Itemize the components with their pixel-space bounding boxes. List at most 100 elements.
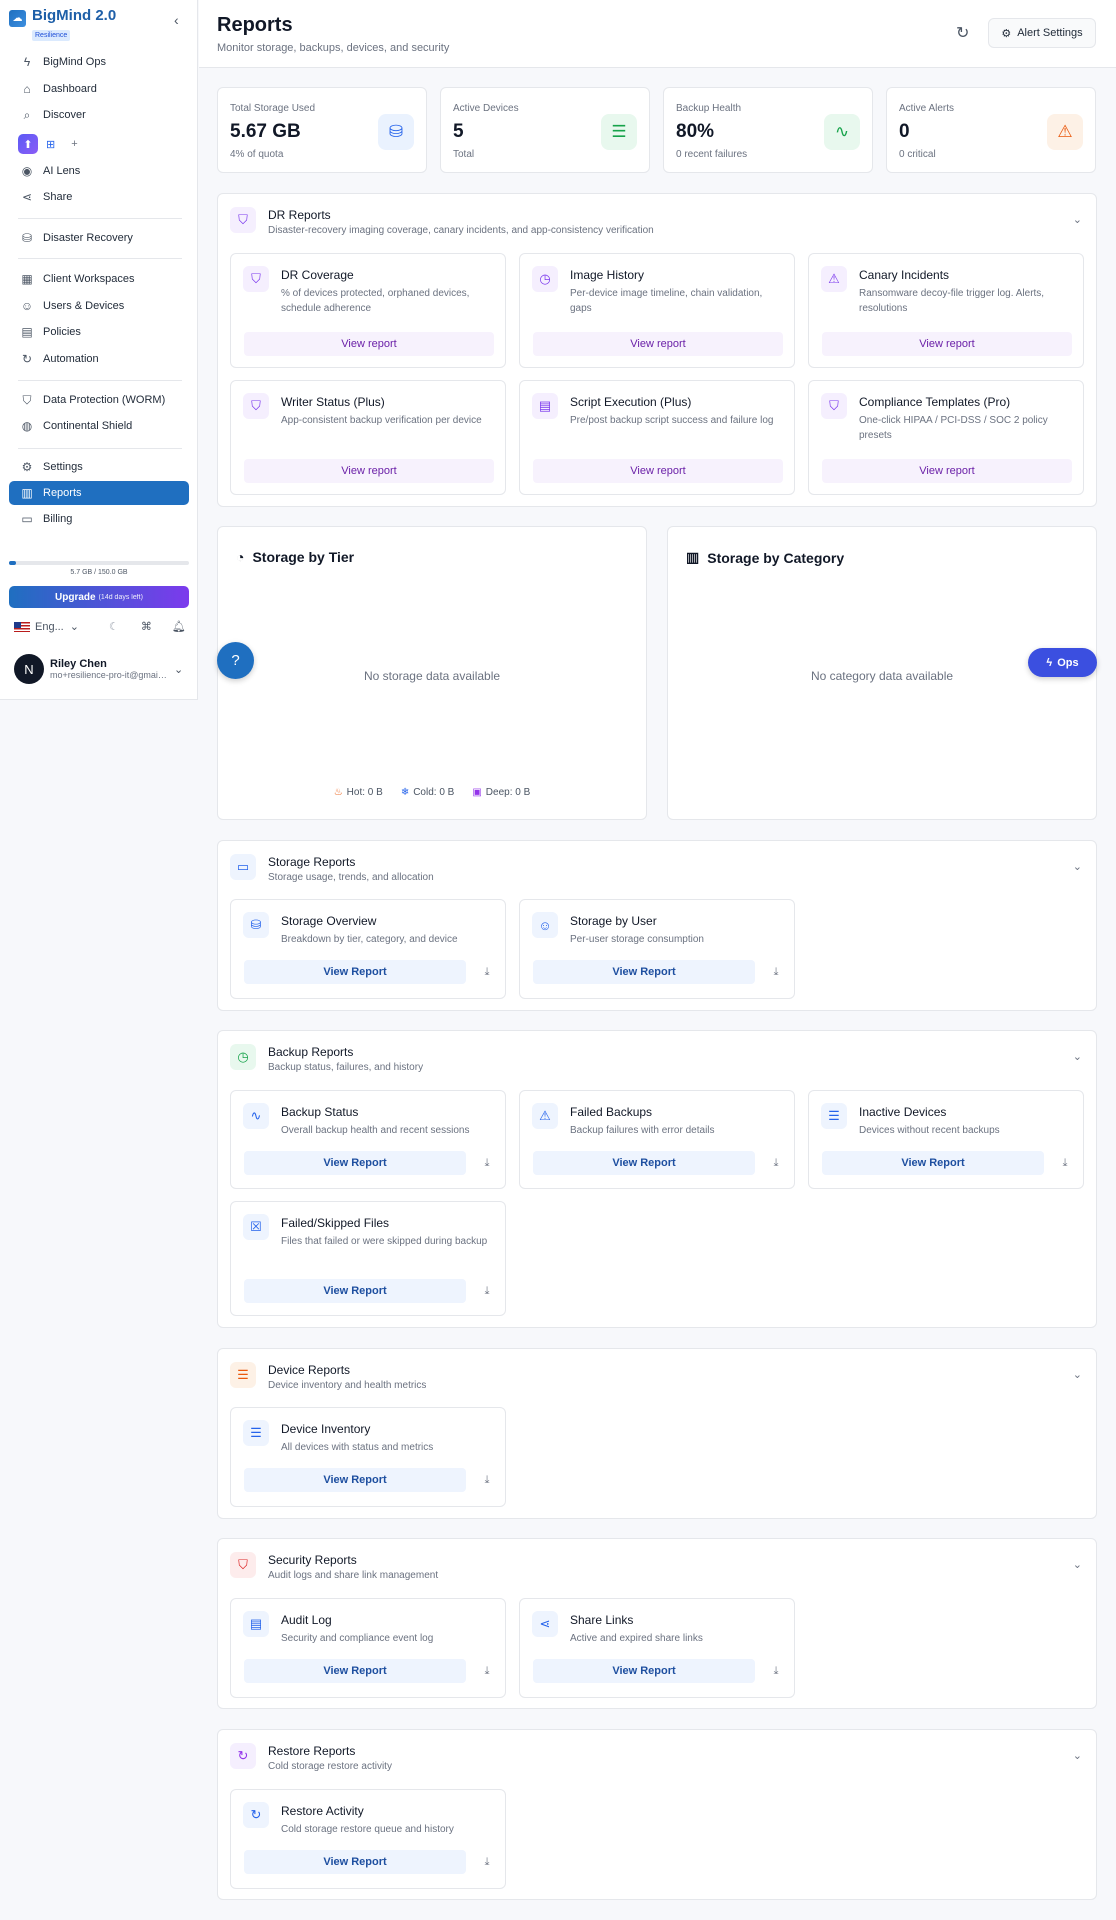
chevron-down-icon[interactable]: ⌄ xyxy=(1073,860,1082,873)
download-icon[interactable]: ⤓ xyxy=(477,1470,497,1490)
report-card-audit-log: ▤ Audit Log Security and compliance even… xyxy=(230,1598,506,1698)
command-icon[interactable]: ⌘ xyxy=(141,620,152,633)
download-icon[interactable]: ⤓ xyxy=(477,1281,497,1301)
upgrade-label: Upgrade xyxy=(55,591,96,603)
add-os-icon[interactable]: + xyxy=(71,138,77,150)
language-selector[interactable]: Eng... xyxy=(35,621,64,633)
report-title: Storage Overview xyxy=(281,914,377,928)
chevron-down-icon[interactable]: ⌄ xyxy=(1073,213,1082,226)
chevron-down-icon[interactable]: ⌄ xyxy=(70,620,79,633)
view-report-button[interactable]: View Report xyxy=(244,1279,466,1303)
sidebar-item-client-workspaces[interactable]: ▦ Client Workspaces xyxy=(9,267,189,291)
brand[interactable]: ☁ BigMind 2.0 Resilience xyxy=(9,8,116,42)
view-report-button[interactable]: View report xyxy=(244,459,494,483)
help-button[interactable]: ? xyxy=(217,642,254,679)
section-subtitle: Device inventory and health metrics xyxy=(268,1380,427,1391)
view-report-button[interactable]: View Report xyxy=(244,1151,466,1175)
legend-label: Cold: 0 B xyxy=(413,787,455,798)
cloud-os-icon[interactable]: ⬆ xyxy=(18,134,38,154)
view-report-button[interactable]: View Report xyxy=(244,960,466,984)
view-report-button[interactable]: View report xyxy=(244,332,494,356)
dr-reports-section: ⛉ DR Reports Disaster-recovery imaging c… xyxy=(217,193,1097,507)
bell-icon[interactable]: 🔔︎ xyxy=(172,620,186,633)
chart-title: Storage by Category xyxy=(707,549,845,566)
sidebar-item-data-protection[interactable]: ⛉ Data Protection (WORM) xyxy=(9,388,189,412)
sidebar-item-disaster-recovery[interactable]: ⛁ Disaster Recovery xyxy=(9,226,189,250)
sidebar-item-settings[interactable]: ⚙ Settings xyxy=(9,455,189,479)
chevron-down-icon[interactable]: ⌄ xyxy=(1073,1749,1082,1762)
storage-reports-section: ▭ Storage Reports Storage usage, trends,… xyxy=(217,840,1097,1011)
document-icon: ▤ xyxy=(243,1611,269,1637)
view-report-button[interactable]: View Report xyxy=(822,1151,1044,1175)
download-icon[interactable]: ⤓ xyxy=(477,962,497,982)
sidebar-item-label: Policies xyxy=(43,326,81,338)
warning-icon: ⚠ xyxy=(532,1103,558,1129)
gear-icon: ⚙ xyxy=(21,460,33,474)
sidebar-divider xyxy=(18,448,182,449)
sidebar-item-billing[interactable]: ▭ Billing xyxy=(9,507,189,531)
brand-logo-icon: ☁ xyxy=(9,10,26,27)
download-icon[interactable]: ⤓ xyxy=(766,1153,786,1173)
flame-icon: ♨ xyxy=(333,787,343,798)
sidebar-item-policies[interactable]: ▤ Policies xyxy=(9,320,189,344)
shield-icon: ⛉ xyxy=(243,393,269,419)
view-report-button[interactable]: View Report xyxy=(244,1468,466,1492)
report-title: Storage by User xyxy=(570,914,657,928)
download-icon[interactable]: ⤓ xyxy=(477,1661,497,1681)
sidebar: ☁ BigMind 2.0 Resilience ‹ ϟ BigMind Ops … xyxy=(0,0,198,700)
view-report-button[interactable]: View Report xyxy=(244,1850,466,1874)
warning-icon: ⚠ xyxy=(1047,114,1083,150)
windows-icon[interactable]: ⊞ xyxy=(46,138,55,151)
moon-icon[interactable]: ☾ xyxy=(109,620,119,633)
sidebar-item-label: AI Lens xyxy=(43,165,81,177)
download-icon[interactable]: ⤓ xyxy=(766,1661,786,1681)
chevron-down-icon[interactable]: ⌄ xyxy=(1073,1050,1082,1063)
sidebar-item-ai-lens[interactable]: ◉ AI Lens xyxy=(9,159,189,183)
user-menu[interactable]: N Riley Chen mo+resilience-pro-it@gmail.… xyxy=(14,654,189,684)
view-report-button[interactable]: View report xyxy=(533,459,783,483)
view-report-button[interactable]: View report xyxy=(822,332,1072,356)
chevron-down-icon[interactable]: ⌄ xyxy=(1073,1558,1082,1571)
download-icon[interactable]: ⤓ xyxy=(1055,1153,1075,1173)
section-subtitle: Audit logs and share link management xyxy=(268,1570,439,1581)
sidebar-item-reports[interactable]: ▥ Reports xyxy=(9,481,189,505)
view-report-button[interactable]: View Report xyxy=(244,1659,466,1683)
backup-reports-section: ◷ Backup Reports Backup status, failures… xyxy=(217,1030,1097,1328)
sidebar-item-continental-shield[interactable]: ◍ Continental Shield xyxy=(9,414,189,438)
view-report-button[interactable]: View Report xyxy=(533,1151,755,1175)
sidebar-item-share[interactable]: ⋖ Share xyxy=(9,185,189,209)
report-title: DR Coverage xyxy=(281,268,354,282)
view-report-button[interactable]: View Report xyxy=(533,1659,755,1683)
sidebar-item-label: Dashboard xyxy=(43,83,97,95)
chevron-down-icon[interactable]: ⌄ xyxy=(1073,1368,1082,1381)
report-description: One-click HIPAA / PCI-DSS / SOC 2 policy… xyxy=(859,415,1048,441)
section-title: Security Reports xyxy=(268,1553,357,1567)
ops-button[interactable]: ϟ Ops xyxy=(1028,648,1097,677)
sidebar-item-label: Data Protection (WORM) xyxy=(43,394,166,406)
download-icon[interactable]: ⤓ xyxy=(477,1852,497,1872)
view-report-button[interactable]: View report xyxy=(822,459,1072,483)
download-icon[interactable]: ⤓ xyxy=(477,1153,497,1173)
upgrade-button[interactable]: Upgrade (14d days left) xyxy=(9,586,189,608)
sidebar-item-dashboard[interactable]: ⌂ Dashboard xyxy=(9,77,189,101)
view-report-button[interactable]: View Report xyxy=(533,960,755,984)
download-icon[interactable]: ⤓ xyxy=(766,962,786,982)
refresh-icon: ↻ xyxy=(21,352,33,366)
refresh-icon[interactable]: ↻ xyxy=(956,23,969,43)
report-card-storage-overview: ⛁ Storage Overview Breakdown by tier, ca… xyxy=(230,899,506,999)
sidebar-item-discover[interactable]: ⌕ Discover xyxy=(9,103,189,127)
chevron-down-icon[interactable]: ⌄ xyxy=(174,663,183,676)
report-card-storage-by-user: ☺ Storage by User Per-user storage consu… xyxy=(519,899,795,999)
sidebar-item-bigmind-ops[interactable]: ϟ BigMind Ops xyxy=(9,50,189,74)
sidebar-divider xyxy=(18,258,182,259)
sidebar-item-users-devices[interactable]: ☺ Users & Devices xyxy=(9,294,189,318)
hard-drive-icon: ▭ xyxy=(230,854,256,880)
alert-settings-button[interactable]: ⚙ Alert Settings xyxy=(988,18,1096,48)
collapse-sidebar-icon[interactable]: ‹ xyxy=(174,12,179,28)
view-report-button[interactable]: View report xyxy=(533,332,783,356)
sidebar-item-automation[interactable]: ↻ Automation xyxy=(9,347,189,371)
server-icon: ☰ xyxy=(821,1103,847,1129)
legend-label: Hot: 0 B xyxy=(346,787,383,798)
utility-row: Eng... ⌄ ☾ ⌘ 🔔︎ xyxy=(14,620,189,633)
server-icon: ☰ xyxy=(243,1420,269,1446)
